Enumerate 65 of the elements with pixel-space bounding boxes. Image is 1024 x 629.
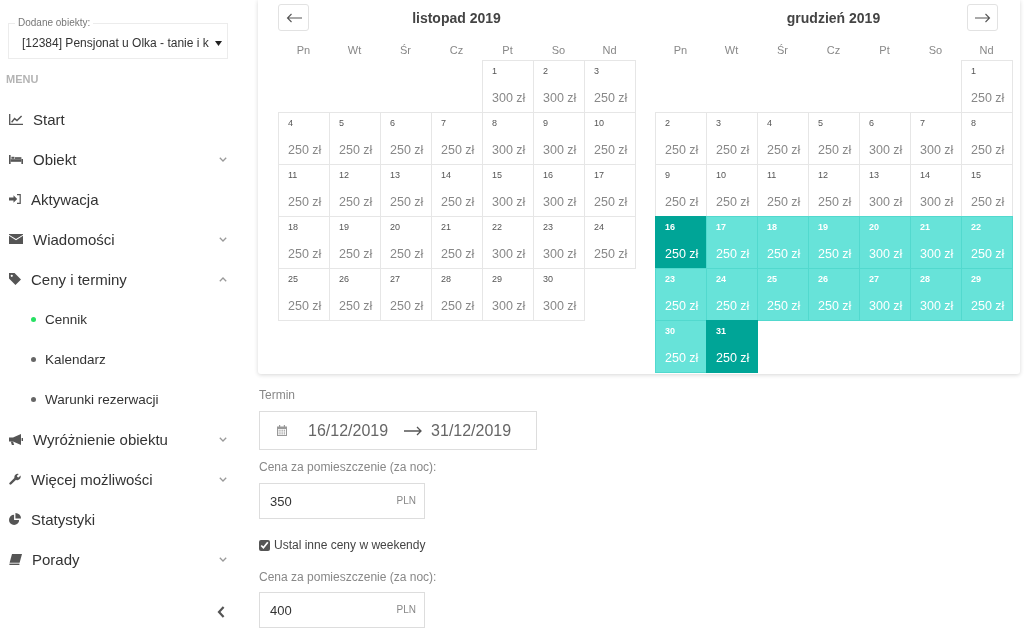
calendar-day[interactable]: 24 250 zł xyxy=(584,216,636,269)
weekday-label: Pt xyxy=(501,44,514,58)
line-chart-icon xyxy=(9,113,23,125)
caret-down-icon xyxy=(214,40,222,46)
menu-item[interactable]: Start xyxy=(8,99,228,139)
weekday-label: Śr xyxy=(399,44,412,58)
menu-item[interactable]: Obiekt xyxy=(8,139,228,179)
field-label: Cena za pomieszczenie (za noc): xyxy=(259,569,437,585)
submenu-item[interactable]: Kalendarz xyxy=(8,339,228,379)
weekday-label: Pn xyxy=(295,44,312,58)
weekday-label: Śr xyxy=(776,44,789,58)
menu-item[interactable]: Wiadomości xyxy=(8,219,228,259)
calendar-day[interactable]: 30 300 zł xyxy=(533,268,585,321)
calendar-day[interactable]: 1 300 zł xyxy=(482,60,534,113)
checkbox-label[interactable]: Ustal inne ceny w weekendy xyxy=(274,538,426,552)
menu-item[interactable]: Ceny i terminy xyxy=(8,259,228,299)
pie-chart-icon xyxy=(9,513,21,525)
envelope-icon xyxy=(9,234,23,244)
calendar-day[interactable]: 2 250 zł xyxy=(655,112,707,165)
next-month-button[interactable] xyxy=(967,4,998,31)
submenu-item[interactable]: Warunki rezerwacji xyxy=(8,379,228,419)
menu-heading: MENU xyxy=(6,72,40,87)
calendar-day[interactable]: 4 250 zł xyxy=(278,112,330,165)
checkbox[interactable] xyxy=(259,539,270,551)
weekday-label: Pt xyxy=(878,44,891,58)
calendar-icon xyxy=(277,425,287,436)
calendar-day[interactable]: 3 250 zł xyxy=(584,60,636,113)
weekday-label: Pn xyxy=(672,44,689,58)
weekday-label: So xyxy=(927,44,944,58)
weekday-label: Cz xyxy=(825,44,842,58)
book-icon xyxy=(9,553,22,565)
start-date: 16/12/2019 xyxy=(308,421,389,440)
arrow-right-icon xyxy=(974,12,991,23)
menu-item[interactable]: Aktywacja xyxy=(8,179,228,219)
megaphone-icon xyxy=(9,433,23,445)
date-range-field[interactable]: 16/12/2019 31/12/2019 xyxy=(259,411,537,450)
currency-label: PLN xyxy=(396,603,416,616)
weekday-label: Wt xyxy=(723,44,740,58)
arrow-left-icon xyxy=(285,12,302,23)
month-title: listopad 2019 xyxy=(411,9,502,26)
calendar-day[interactable]: 25 250 zł xyxy=(278,268,330,321)
weekday-label: Nd xyxy=(978,44,995,58)
weekday-label: Wt xyxy=(346,44,363,58)
weekday-label: Nd xyxy=(601,44,618,58)
month-title: grudzień 2019 xyxy=(785,9,882,26)
calendar-day[interactable]: 1 250 zł xyxy=(961,60,1013,113)
previous-month-button[interactable] xyxy=(278,4,309,31)
end-date: 31/12/2019 xyxy=(431,421,512,440)
submenu-item[interactable]: Cennik xyxy=(8,299,228,339)
menu-item[interactable]: Statystyki xyxy=(8,499,228,539)
chevron-left-icon xyxy=(217,606,225,618)
weekday-label: So xyxy=(550,44,567,58)
long-arrow-right-icon xyxy=(404,425,423,436)
field-label: Termin xyxy=(259,387,295,403)
select-label: Dodane obiekty: xyxy=(15,17,94,29)
currency-label: PLN xyxy=(396,494,416,507)
sign-in-icon xyxy=(9,194,21,204)
wrench-icon xyxy=(9,473,21,485)
tag-icon xyxy=(9,273,21,285)
menu-item[interactable]: Porady xyxy=(8,539,228,579)
bed-icon xyxy=(9,154,23,164)
menu-item[interactable]: Wyróżnienie obiektu xyxy=(8,419,228,459)
weekday-label: Cz xyxy=(448,44,465,58)
field-label: Cena za pomieszczenie (za noc): xyxy=(259,459,437,475)
menu-item[interactable]: Więcej możliwości xyxy=(8,459,228,499)
